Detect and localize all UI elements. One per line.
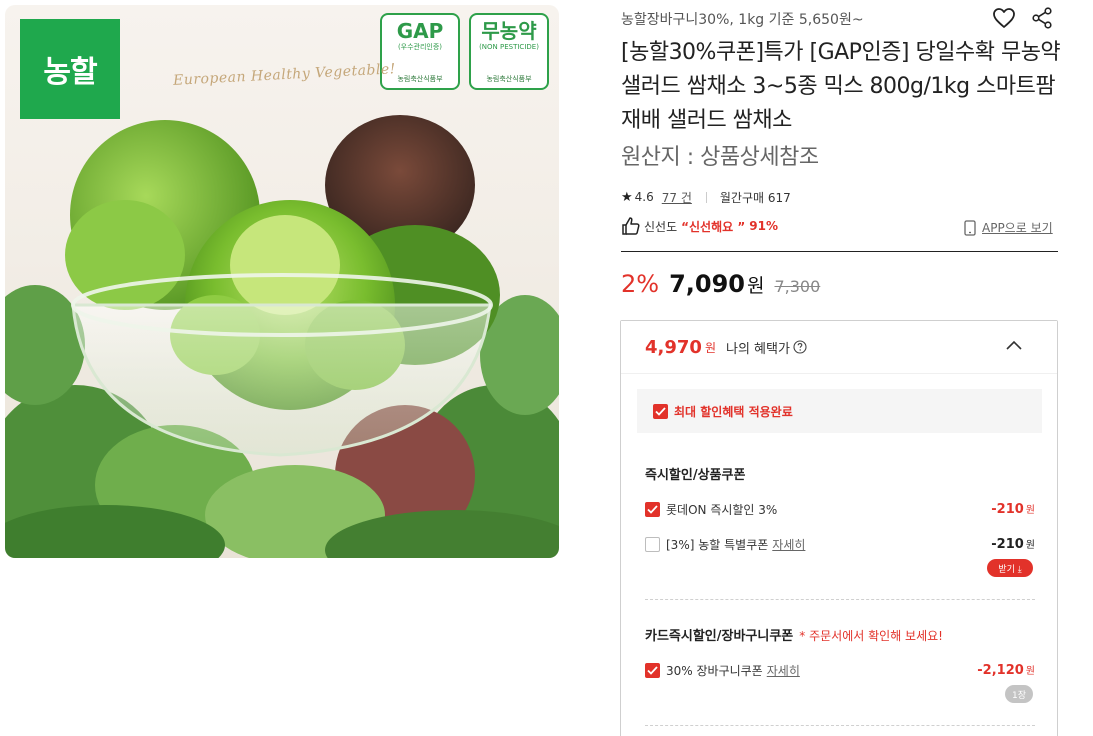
instant-discount-section-title: 즉시할인/상품쿠폰: [645, 468, 746, 483]
gap-cert-subtitle: (우수관리인증): [397, 43, 443, 51]
card-discount-section-title: 카드즉시할인/장바구니쿠폰 * 주문서에서 확인해 보세요!: [645, 625, 943, 644]
coupon-promo-line: 농할장바구니30%, 1kg 기준 5,650원~: [621, 12, 864, 28]
monthly-sales: 월간구매 617: [719, 190, 791, 205]
sale-price-unit: 원: [747, 275, 765, 297]
chevron-up-icon[interactable]: [1005, 339, 1023, 351]
checkbox-checked-icon: [653, 403, 668, 419]
coupon-row-nonghal: [3%] 농할 특별쿠폰 자세히 -210 원: [645, 535, 1035, 553]
thumbs-up-icon: [622, 217, 640, 235]
origin-info: 원산지 : 상품상세참조: [621, 145, 819, 170]
dashed-divider: [645, 599, 1035, 600]
coupon-quantity-badge: 1장: [1005, 685, 1033, 703]
freshness-value: “신선해요 ”: [681, 219, 746, 234]
basket-coupon-amount-unit: 원: [1025, 666, 1035, 677]
sale-price: 7,090: [669, 270, 745, 298]
review-count-link[interactable]: 77 건: [662, 189, 692, 206]
rating-score: 4.6: [634, 190, 654, 204]
freshness-label: 신선도: [644, 219, 678, 234]
nonghal-coupon-detail-link[interactable]: 자세히: [772, 536, 805, 553]
dashed-divider: [645, 725, 1035, 726]
freshness-percent: 91%: [749, 219, 778, 233]
nonghal-coupon-amount-unit: 원: [1025, 540, 1035, 551]
rating-row: ★ 4.6 77 건 월간구매 617: [621, 188, 791, 206]
discount-rate: 2%: [621, 270, 660, 298]
benefit-panel: 4,970 원 나의 혜택가 최대 할인혜택 적용완료 즉시할인/상품쿠폰 롯데…: [620, 320, 1058, 736]
price-row: 2% 7,090 원 7,300: [621, 270, 820, 302]
card-discount-section-label: 카드즉시할인/장바구니쿠폰: [645, 629, 794, 644]
original-price: 7,300: [774, 277, 821, 296]
coupon-row-basket: 30% 장바구니쿠폰 자세히 -2,120 원: [645, 661, 1035, 679]
non-pesticide-cert-subtitle: (NON PESTICIDE): [479, 43, 539, 51]
app-view-link[interactable]: APP으로 보기: [964, 219, 1053, 236]
basket-coupon-label: 30% 장바구니쿠폰: [666, 663, 763, 678]
max-discount-applied-label: 최대 할인혜택 적용완료: [674, 404, 793, 419]
non-pesticide-cert-badge: 무농약 (NON PESTICIDE) 농림축산식품부: [469, 13, 549, 90]
card-discount-section-note: * 주문서에서 확인해 보세요!: [799, 629, 943, 643]
max-discount-applied-banner: 최대 할인혜택 적용완료: [637, 389, 1042, 433]
gap-cert-badge: GAP (우수관리인증) 농림축산식품부: [380, 13, 460, 90]
lotteon-coupon-label: 롯데ON 즉시할인 3%: [666, 502, 778, 517]
basket-coupon-amount: -2,120 원: [977, 662, 1035, 678]
lotteon-coupon-amount-unit: 원: [1025, 505, 1035, 516]
app-view-link-label[interactable]: APP으로 보기: [982, 219, 1053, 236]
phone-icon: [964, 219, 976, 236]
brand-logo: 농할: [20, 19, 120, 119]
non-pesticide-cert-issuer: 농림축산식품부: [486, 75, 532, 83]
heart-outline-icon[interactable]: [992, 7, 1016, 29]
benefit-header[interactable]: 4,970 원 나의 혜택가: [621, 321, 1057, 374]
freshness-row: 신선도 “신선해요 ” 91%: [621, 215, 778, 237]
nonghal-coupon-label: [3%] 농할 특별쿠폰: [666, 537, 769, 552]
nonghal-coupon-amount-value: -210: [991, 537, 1024, 552]
nonghal-coupon-amount: -210 원: [991, 536, 1035, 552]
my-benefit-price: 4,970: [645, 336, 702, 358]
basket-coupon-checkbox[interactable]: [645, 662, 660, 678]
nonghal-coupon-checkbox[interactable]: [645, 536, 660, 552]
basket-coupon-detail-link[interactable]: 자세히: [767, 662, 800, 679]
rating-divider: [705, 191, 707, 203]
basket-coupon-amount-value: -2,120: [977, 663, 1024, 678]
lotteon-coupon-checkbox[interactable]: [645, 501, 660, 517]
my-benefit-label: 나의 혜택가: [725, 341, 790, 357]
coupon-row-lotteon: 롯데ON 즉시할인 3% -210 원: [645, 500, 1035, 518]
product-image[interactable]: 농할 GAP (우수관리인증) 농림축산식품부 무농약 (NON PESTICI…: [5, 5, 559, 558]
gap-cert-title: GAP: [396, 19, 444, 43]
share-icon[interactable]: [1031, 7, 1053, 29]
star-icon: ★: [621, 189, 633, 205]
non-pesticide-cert-title: 무농약: [481, 19, 537, 43]
product-title: [농할30%쿠폰]특가 [GAP인증] 당일수확 무농약 샐러드 쌈채소 3~5…: [621, 40, 1061, 133]
help-icon[interactable]: [793, 340, 807, 354]
section-divider: [621, 251, 1058, 252]
lotteon-coupon-amount: -210 원: [991, 501, 1035, 517]
my-benefit-price-unit: 원: [704, 340, 716, 355]
coupon-download-button[interactable]: 받기 ⤓: [987, 559, 1033, 577]
lotteon-coupon-amount-value: -210: [991, 502, 1024, 517]
